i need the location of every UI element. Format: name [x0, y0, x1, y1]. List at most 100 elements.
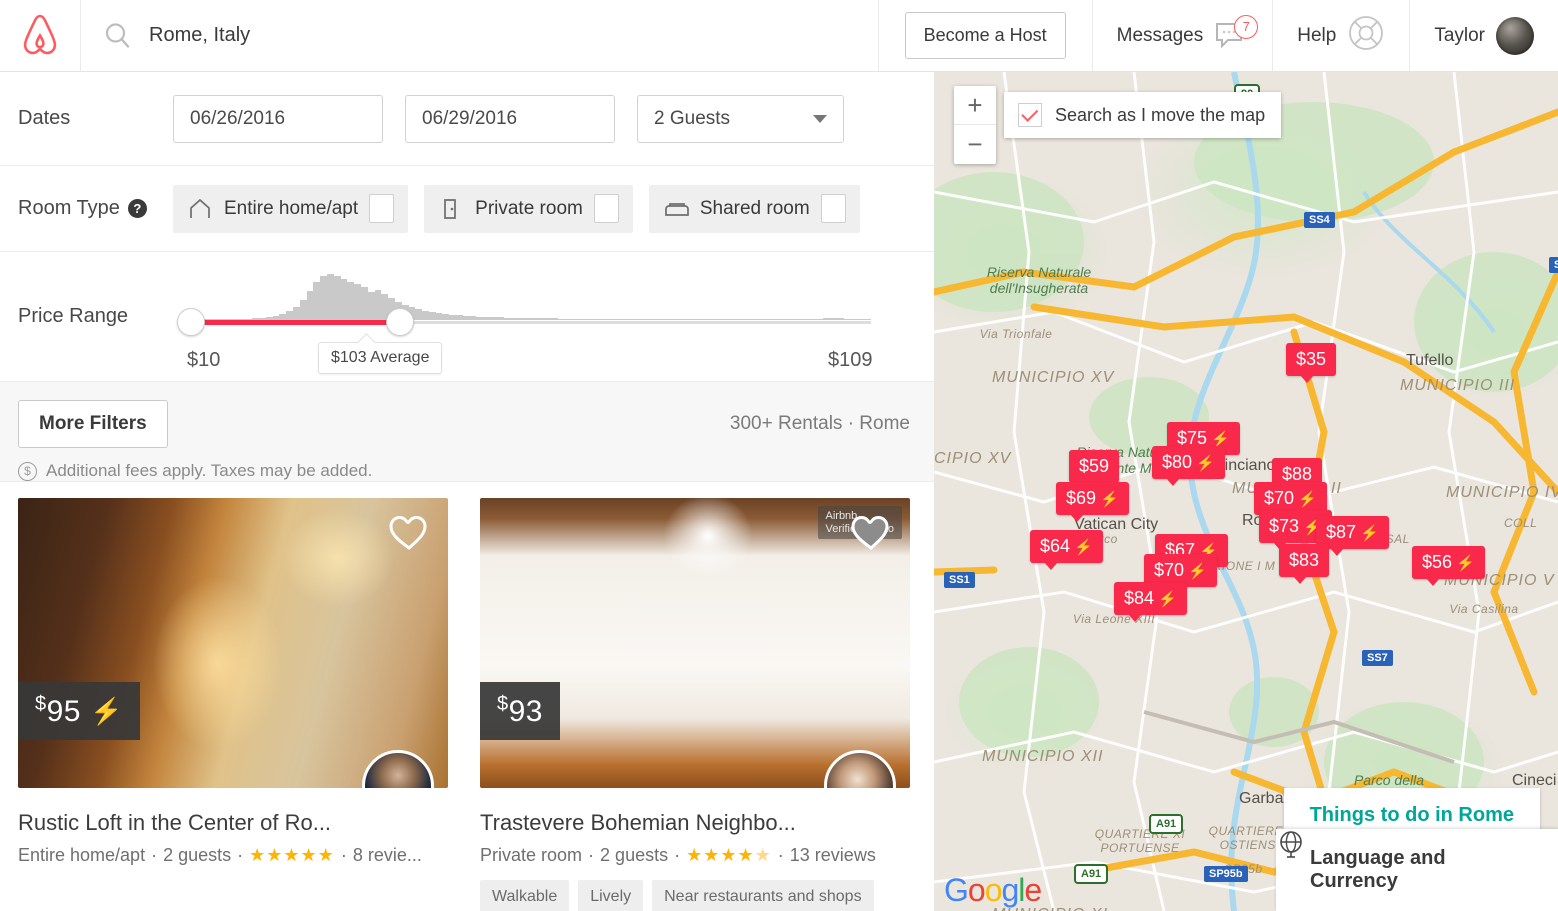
listing-photo[interactable]: $95 ⚡: [18, 498, 448, 788]
map-pin-price: $70: [1154, 560, 1185, 580]
airbnb-search-page: Become a Host Messages 7 Help: [0, 0, 1558, 911]
listing-title[interactable]: Trastevere Bohemian Neighbo...: [480, 810, 910, 836]
listing-guests: 2 guests: [163, 845, 232, 865]
checkin-date-field[interactable]: 06/26/2016: [173, 94, 383, 143]
separator-dot: ·: [237, 845, 244, 865]
room-type-private-room-checkbox[interactable]: [593, 194, 619, 223]
instant-book-icon: ⚡: [1298, 490, 1317, 508]
map-price-pin[interactable]: $80 ⚡: [1152, 446, 1225, 486]
results-toolbar: More Filters 300+ Rentals · Rome $ Addit…: [0, 382, 934, 482]
guests-value: 2 Guests: [654, 107, 731, 129]
map-pin-price: $35: [1296, 349, 1327, 369]
price-histogram: [191, 273, 871, 320]
become-a-host-button[interactable]: Become a Host: [904, 12, 1066, 59]
messages-nav-item[interactable]: Messages 7: [1091, 0, 1273, 71]
map-price-pin[interactable]: $64 ⚡: [1030, 530, 1103, 570]
room-type-label-text: Room Type: [18, 197, 120, 219]
map-zoom-in-button[interactable]: +: [954, 86, 996, 125]
price-slider[interactable]: $10 $109 $103 Average: [173, 262, 916, 374]
slider-knob-max[interactable]: [386, 307, 414, 336]
host-avatar[interactable]: [824, 750, 896, 788]
airbnb-logo[interactable]: [0, 0, 81, 71]
separator-dot: ·: [151, 845, 158, 865]
message-icon: 7: [1214, 14, 1259, 51]
listing-price-badge: $95 ⚡: [18, 682, 140, 740]
slider-knob-min[interactable]: [177, 307, 205, 336]
map-panel[interactable]: MUNICIPIO XVMUNICIPIO IIITufelloMUNICIPI…: [934, 72, 1558, 911]
map-pin-price: $83: [1289, 550, 1320, 570]
help-icon[interactable]: ?: [127, 199, 147, 218]
separator-dot: ·: [777, 845, 784, 865]
listing-room-type: Private room: [480, 845, 583, 865]
listing-reviews: 13 reviews: [789, 845, 876, 865]
instant-book-icon: ⚡: [1211, 430, 1230, 448]
separator-dot: ·: [674, 845, 681, 865]
listing-photo[interactable]: Airbnb Verified Photo $93: [480, 498, 910, 788]
listing-stars-full: ★★★★: [686, 845, 755, 865]
checkout-date-field[interactable]: 06/29/2016: [405, 94, 615, 143]
guests-select[interactable]: 2 Guests: [637, 94, 844, 143]
price-range-filter-row: Price Range $10 $109 $103 Average: [0, 252, 934, 382]
price-max-label: $109: [828, 348, 873, 371]
listing-price: 95: [46, 695, 81, 728]
avatar: [1496, 16, 1534, 55]
sofa-icon: [663, 197, 689, 221]
search-as-i-move-checkbox[interactable]: [1018, 103, 1042, 127]
listing-card[interactable]: $95 ⚡ Rustic Loft in the Center of Ro...…: [18, 498, 448, 911]
map-pin-price: $87: [1326, 522, 1357, 542]
listing-meta: Private room · 2 guests · ★★★★★ · 13 rev…: [480, 845, 910, 866]
help-label: Help: [1297, 24, 1337, 46]
map-zoom-out-button[interactable]: −: [954, 125, 996, 164]
listing-guests: 2 guests: [600, 845, 669, 865]
room-type-entire-home-checkbox[interactable]: [369, 194, 395, 223]
listing-tags: Walkable Lively Near restaurants and sho…: [480, 880, 910, 911]
room-type-shared-room-checkbox[interactable]: [820, 194, 846, 223]
listing-card[interactable]: Airbnb Verified Photo $93 Trastevere Boh…: [480, 498, 910, 911]
map-price-pin[interactable]: $69 ⚡: [1056, 482, 1129, 522]
search-as-i-move-label: Search as I move the map: [1055, 104, 1266, 125]
search-as-i-move-toggle[interactable]: Search as I move the map: [1004, 92, 1282, 138]
map-pin-price: $64: [1040, 536, 1071, 556]
instant-book-icon: ⚡: [90, 695, 123, 726]
more-filters-button[interactable]: More Filters: [18, 400, 168, 448]
user-nav-item[interactable]: Taylor: [1409, 0, 1558, 71]
instant-book-icon: ⚡: [1158, 590, 1177, 608]
room-type-label: Room Type ?: [18, 197, 173, 220]
room-type-shared-room[interactable]: Shared room: [648, 184, 860, 233]
listing-grid: $95 ⚡ Rustic Loft in the Center of Ro...…: [0, 482, 934, 911]
search-icon: [103, 21, 133, 51]
instant-book-icon: ⚡: [1188, 562, 1207, 580]
room-type-entire-home[interactable]: Entire home/apt: [173, 184, 409, 233]
fees-note: $ Additional fees apply. Taxes may be ad…: [18, 461, 916, 481]
separator-dot: ·: [340, 845, 347, 865]
messages-label: Messages: [1116, 24, 1204, 46]
map-price-pin[interactable]: $59: [1069, 450, 1120, 490]
listing-tag: Walkable: [480, 880, 570, 911]
map-pin-price: $73: [1269, 516, 1300, 536]
host-avatar[interactable]: [362, 750, 434, 788]
help-nav-item[interactable]: Help: [1272, 0, 1409, 71]
map-pin-price: $69: [1066, 488, 1097, 508]
favorite-heart-icon[interactable]: [388, 514, 430, 552]
google-attribution: Google: [944, 872, 1042, 908]
road-shield: A91: [1074, 864, 1109, 884]
map-price-pin[interactable]: $84 ⚡: [1114, 582, 1187, 622]
listing-star-rating: ★★★★★: [686, 845, 772, 866]
map-price-pin[interactable]: $56 ⚡: [1412, 546, 1485, 586]
road-shield: SS7: [1362, 650, 1393, 666]
dates-label: Dates: [18, 107, 71, 129]
favorite-heart-icon[interactable]: [850, 514, 892, 552]
map-price-pin[interactable]: $83: [1279, 544, 1330, 584]
listing-price: 93: [508, 695, 543, 728]
language-and-currency-button[interactable]: Language and Currency: [1276, 829, 1558, 911]
search-input[interactable]: [149, 24, 749, 47]
search-bar[interactable]: [81, 0, 878, 71]
currency-symbol: $: [35, 693, 47, 715]
map-price-pin[interactable]: $35: [1286, 343, 1337, 383]
room-type-filter-row: Room Type ? Entire home/apt Private room: [0, 166, 934, 252]
room-type-private-room-label: Private room: [475, 197, 583, 219]
listing-tag: Near restaurants and shops: [652, 880, 874, 911]
room-type-private-room[interactable]: Private room: [424, 184, 633, 233]
listing-meta: Entire home/apt · 2 guests · ★★★★★ · 8 r…: [18, 845, 448, 866]
listing-title[interactable]: Rustic Loft in the Center of Ro...: [18, 810, 448, 836]
